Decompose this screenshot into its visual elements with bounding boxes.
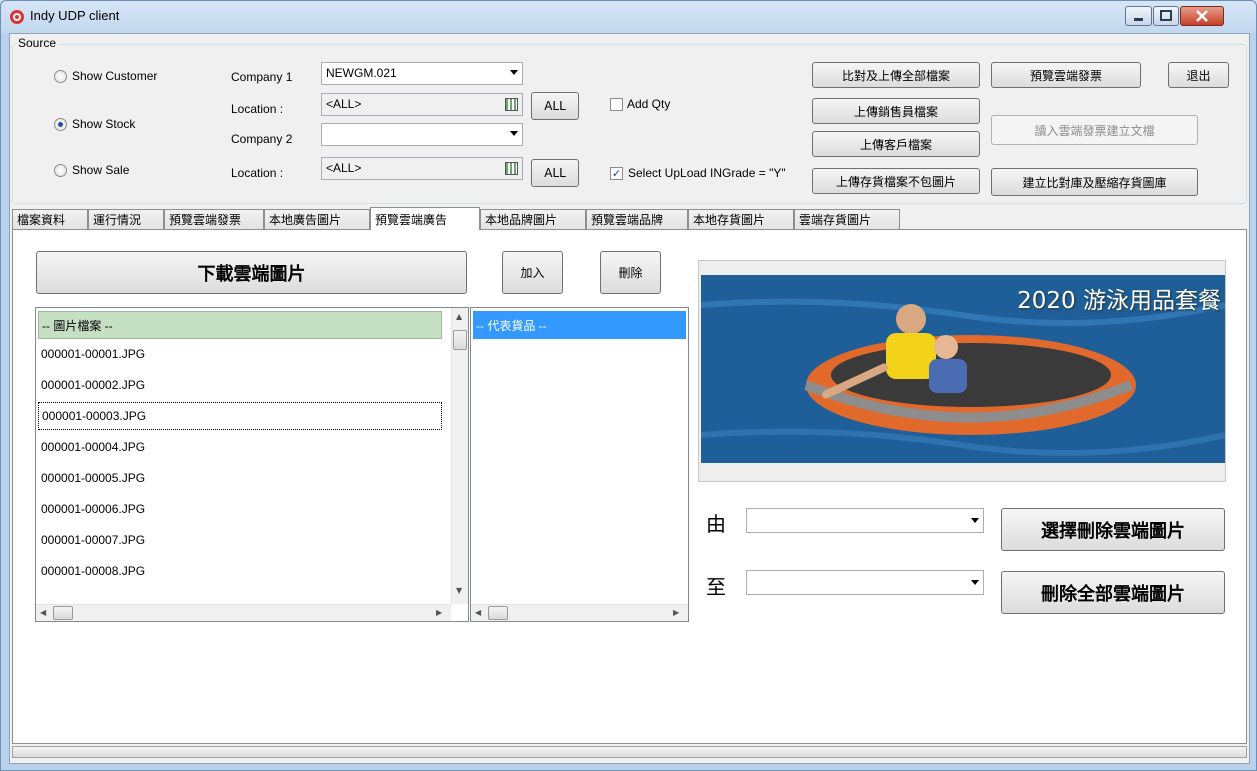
chevron-down-icon [510,70,518,75]
tab-cloud-stock-images[interactable]: 雲端存貨圖片 [794,209,900,229]
window-title: Indy UDP client [30,8,120,23]
show-sale-radio[interactable] [54,164,67,177]
client-area: Source Show Customer Show Stock Show Sal… [9,33,1250,764]
list-item[interactable]: 000001-00006.JPG [38,495,442,523]
hscroll-thumb[interactable] [488,606,508,620]
location2-field[interactable]: <ALL> [321,157,523,180]
ad-preview-frame: 2020 游泳用品套餐 [698,260,1226,482]
location1-field[interactable]: <ALL> [321,93,523,116]
tab-file-data[interactable]: 檔案資料 [12,209,88,229]
hscroll-thumb[interactable] [53,606,73,620]
vscroll-thumb[interactable] [453,330,467,350]
all-button-2[interactable]: ALL [531,159,579,187]
image-list-hscrollbar[interactable]: ◀ ▶ [36,604,451,621]
representative-product-list[interactable]: -- 代表貨品 -- ◀ ▶ [470,307,689,622]
company1-label: Company 1 [231,70,293,84]
app-icon [10,10,24,24]
status-bar [12,746,1247,758]
close-icon [1196,10,1208,22]
banner-title: 2020 游泳用品套餐 [1017,288,1221,314]
app-window: Indy UDP client Source Show Customer Sho… [0,0,1257,771]
add-qty-label: Add Qty [627,97,671,111]
list-item-focused[interactable]: 000001-00003.JPG [38,402,442,430]
read-cloud-invoice-button[interactable]: 讀入雲端發票建立文檔 [991,115,1198,145]
download-cloud-images-button[interactable]: 下載雲端圖片 [36,251,467,294]
maximize-button[interactable] [1153,6,1179,26]
show-customer-radio[interactable] [54,70,67,83]
product-list-header: -- 代表貨品 -- [473,311,686,339]
preview-cloud-invoice-button[interactable]: 預覽雲端發票 [991,62,1141,88]
from-select[interactable] [746,508,984,533]
tab-run-status[interactable]: 運行情況 [88,209,164,229]
exit-button[interactable]: 退出 [1168,62,1229,88]
company2-label: Company 2 [231,132,293,146]
tab-panel-preview-cloud-ads: 下載雲端圖片 加入 刪除 -- 圖片檔案 -- 000001-00001.JPG… [12,229,1247,744]
chevron-down-icon [971,580,979,585]
scroll-left-icon[interactable]: ◀ [40,608,46,617]
scroll-right-icon[interactable]: ▶ [673,608,679,617]
select-upload-label: Select UpLoad INGrade = "Y" [628,166,786,180]
scroll-left-icon[interactable]: ◀ [475,608,481,617]
select-upload-checkbox[interactable]: ✓ [610,167,623,180]
tab-preview-cloud-brands[interactable]: 預覽雲端品牌 [586,209,688,229]
location2-value: <ALL> [326,161,362,175]
show-stock-radio[interactable] [54,118,67,131]
minimize-icon [1134,18,1143,21]
to-select[interactable] [746,570,984,595]
from-label: 由 [706,512,726,536]
tab-preview-cloud-ads[interactable]: 預覽雲端廣告 [370,207,480,230]
lookup-grid-icon[interactable] [505,162,518,175]
add-button[interactable]: 加入 [502,251,563,294]
company1-value: NEWGM.021 [326,66,397,80]
list-item[interactable]: 000001-00001.JPG [38,340,442,368]
scroll-right-icon[interactable]: ▶ [436,608,442,617]
delete-selected-cloud-images-button[interactable]: 選擇刪除雲端圖片 [1001,508,1225,551]
scroll-down-icon[interactable]: ▼ [456,586,462,595]
image-list-header: -- 圖片檔案 -- [38,311,442,339]
compare-upload-all-button[interactable]: 比對及上傳全部檔案 [812,62,980,88]
image-file-list[interactable]: -- 圖片檔案 -- 000001-00001.JPG 000001-00002… [35,307,469,622]
lookup-grid-icon[interactable] [505,98,518,111]
build-compare-db-button[interactable]: 建立比對庫及壓縮存貨圖庫 [991,168,1198,196]
all-button-1[interactable]: ALL [531,92,579,120]
upload-salesperson-button[interactable]: 上傳銷售員檔案 [812,98,980,124]
location1-label: Location : [231,102,284,116]
title-bar[interactable]: Indy UDP client [1,1,1256,33]
add-qty-checkbox[interactable] [610,98,623,111]
image-list-vscrollbar[interactable]: ▲ ▼ [451,308,468,604]
upload-customer-button[interactable]: 上傳客戶檔案 [812,131,980,157]
minimize-button[interactable] [1125,6,1152,26]
close-button[interactable] [1180,6,1224,26]
list-item[interactable]: 000001-00002.JPG [38,371,442,399]
show-stock-label: Show Stock [72,117,136,131]
tab-local-brand-images[interactable]: 本地品牌圖片 [480,209,586,229]
location2-label: Location : [231,166,284,180]
show-sale-label: Show Sale [72,163,130,177]
list-item[interactable]: 000001-00004.JPG [38,433,442,461]
list-item[interactable]: 000001-00005.JPG [38,464,442,492]
company1-select[interactable]: NEWGM.021 [321,62,523,85]
maximize-icon [1160,10,1172,21]
tab-local-ad-images[interactable]: 本地廣告圖片 [264,209,370,229]
ad-preview-image: 2020 游泳用品套餐 [701,275,1225,463]
upload-stock-no-image-button[interactable]: 上傳存貨檔案不包圖片 [812,168,980,194]
to-label: 至 [706,575,726,599]
scroll-up-icon[interactable]: ▲ [456,312,462,321]
source-group-label: Source [16,36,59,50]
chevron-down-icon [971,518,979,523]
product-list-hscrollbar[interactable]: ◀ ▶ [471,604,688,621]
chevron-down-icon [510,131,518,136]
show-customer-label: Show Customer [72,69,158,83]
tab-local-stock-images[interactable]: 本地存貨圖片 [688,209,794,229]
company2-select[interactable] [321,123,523,146]
tab-preview-cloud-invoice[interactable]: 預覽雲端發票 [164,209,264,229]
delete-button[interactable]: 刪除 [600,251,661,294]
list-item[interactable]: 000001-00008.JPG [38,557,442,585]
list-item[interactable]: 000001-00007.JPG [38,526,442,554]
delete-all-cloud-images-button[interactable]: 刪除全部雲端圖片 [1001,571,1225,614]
location1-value: <ALL> [326,97,362,111]
